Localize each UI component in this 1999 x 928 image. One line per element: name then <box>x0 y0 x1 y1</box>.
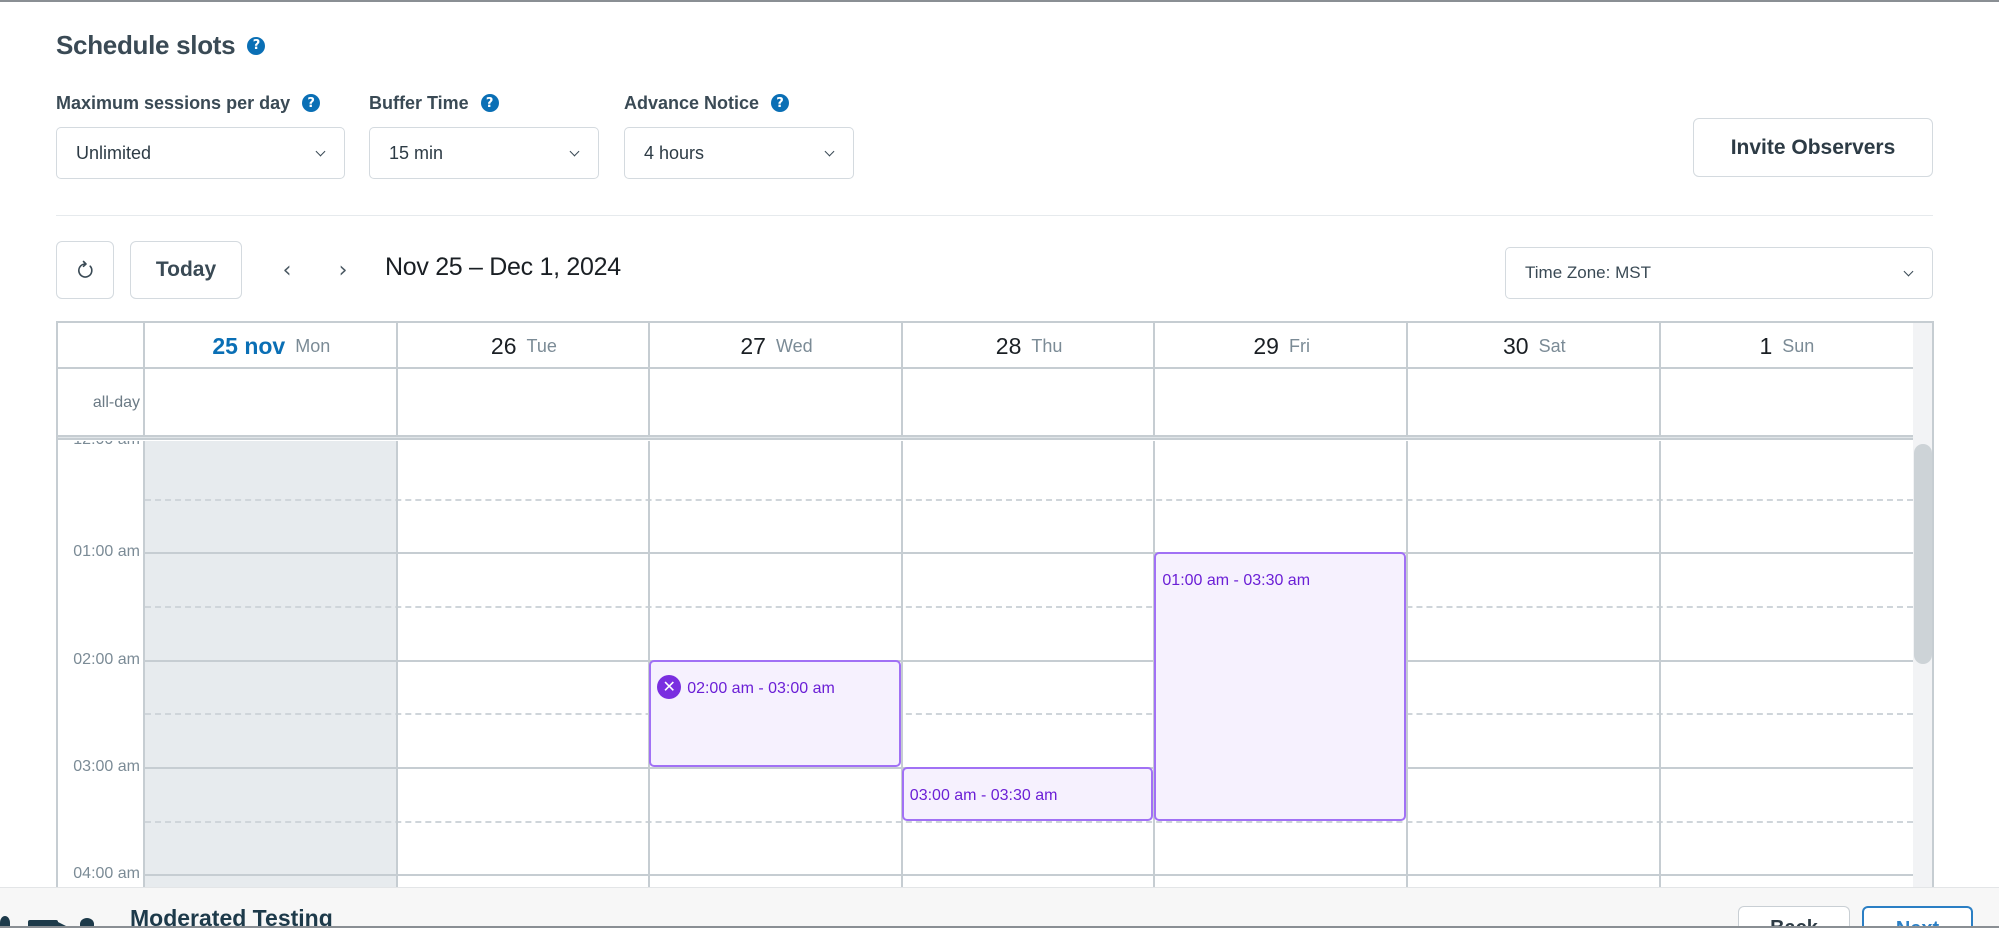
slot-time-label: 03:00 am - 03:30 am <box>909 786 1058 804</box>
column-divider <box>1153 323 1156 437</box>
advance-notice-value: 4 hours <box>644 142 705 163</box>
advance-notice-label: Advance Notice ? <box>624 92 854 114</box>
day-header: 27 Wed <box>650 323 903 369</box>
day-header: 25 nov Mon <box>145 323 398 369</box>
buffer-time-select[interactable]: 15 min <box>369 127 599 179</box>
next-button[interactable]: Next <box>1862 906 1973 928</box>
day-number: 1 <box>1759 332 1773 359</box>
back-button[interactable]: Back <box>1738 906 1850 928</box>
advance-notice-field: Advance Notice ? 4 hours <box>624 92 854 179</box>
half-hour-gridline <box>145 605 1913 608</box>
calendar-time-grid: 12:00 am 01:00 am 02:00 am 03:00 am 04:00 am… <box>58 441 1932 887</box>
buffer-time-value: 15 min <box>389 142 444 163</box>
hour-gridline <box>145 874 1913 877</box>
day-name: Sun <box>1782 335 1815 356</box>
column-divider <box>143 441 145 887</box>
page-title: Schedule slots ? <box>56 30 266 61</box>
chevron-down-icon <box>315 148 326 159</box>
column-divider <box>1658 323 1661 437</box>
chevron-right-icon: › <box>338 257 348 283</box>
column-divider <box>395 441 398 887</box>
max-sessions-select[interactable]: Unlimited <box>56 127 345 179</box>
time-label: 03:00 am <box>73 757 140 775</box>
day-number: 26 <box>490 332 517 359</box>
timezone-value: Time Zone: MST <box>1525 263 1651 282</box>
buffer-time-label: Buffer Time ? <box>369 92 599 114</box>
all-day-label: all-day <box>92 394 140 411</box>
time-label: 04:00 am <box>73 865 140 883</box>
time-label: 02:00 am <box>73 650 140 668</box>
prev-week-button[interactable]: ‹ <box>272 255 302 285</box>
chevron-left-icon: ‹ <box>282 257 292 283</box>
chevron-down-icon <box>569 148 580 159</box>
column-divider <box>648 323 651 437</box>
timezone-field: Time Zone: MST <box>1505 247 1933 299</box>
invite-observers-button[interactable]: Invite Observers <box>1693 118 1933 177</box>
day-header: 1 Sun <box>1661 323 1914 369</box>
column-divider <box>143 323 145 437</box>
section-divider <box>56 215 1933 216</box>
day-number: 27 <box>740 332 766 359</box>
question-circle-icon[interactable]: ? <box>302 94 321 112</box>
schedule-slot[interactable]: 03:00 am - 03:30 am <box>901 766 1154 821</box>
chevron-down-icon <box>1903 268 1914 279</box>
day-header: 30 Sat <box>1408 323 1661 369</box>
refresh-icon <box>78 260 93 278</box>
timezone-select[interactable]: Time Zone: MST <box>1505 247 1933 299</box>
question-circle-icon[interactable]: ? <box>771 94 790 112</box>
day-name: Wed <box>775 335 813 356</box>
slot-time-label: 02:00 am - 03:00 am <box>687 679 835 697</box>
page-title-text: Schedule slots <box>56 30 236 60</box>
half-hour-gridline <box>145 713 1913 716</box>
column-divider <box>1406 323 1408 437</box>
calendar-header-row: 25 nov Mon 26 Tue 27 Wed 28 Thu 29 Fri 30 Sat 1 Sun <box>58 323 1913 369</box>
refresh-button[interactable] <box>56 241 114 299</box>
max-sessions-value: Unlimited <box>76 142 152 163</box>
column-divider <box>1406 441 1408 887</box>
day-name: Mon <box>295 335 331 356</box>
calendar-scrollbar-thumb[interactable] <box>1914 444 1932 664</box>
column-divider <box>395 323 398 437</box>
half-hour-gridline <box>145 498 1913 501</box>
day-number: 30 <box>1502 332 1529 359</box>
remove-slot-icon[interactable]: ✕ <box>657 674 682 699</box>
slot-time-label: 01:00 am - 03:30 am <box>1162 572 1311 590</box>
day-name: Thu <box>1031 335 1063 356</box>
day-number: 28 <box>995 332 1022 359</box>
column-divider <box>900 323 903 437</box>
schedule-slot[interactable]: 01:00 am - 03:30 am <box>1154 552 1406 821</box>
day-header: 29 Fri <box>1155 323 1408 369</box>
half-hour-gridline <box>145 820 1913 823</box>
question-circle-icon[interactable]: ? <box>480 94 499 112</box>
max-sessions-label: Maximum sessions per day ? <box>56 92 345 114</box>
max-sessions-field: Maximum sessions per day ? Unlimited <box>56 92 345 179</box>
buffer-time-field: Buffer Time ? 15 min <box>369 92 599 179</box>
hour-gridline <box>145 552 1913 555</box>
time-label: 12:00 am <box>58 441 140 449</box>
week-calendar: 25 nov Mon 26 Tue 27 Wed 28 Thu 29 Fri 30 Sat 1 Sun a… <box>56 321 1934 887</box>
advance-notice-select[interactable]: 4 hours <box>624 127 854 179</box>
header-separator <box>58 437 1932 440</box>
hour-gridline <box>145 659 1913 662</box>
date-range-title: Nov 25 – Dec 1, 2024 <box>385 253 621 281</box>
schedule-slot[interactable]: ✕ 02:00 am - 03:00 am <box>649 659 901 767</box>
time-label: 01:00 am <box>73 543 140 561</box>
day-name: Sat <box>1538 335 1566 356</box>
column-divider <box>1658 441 1661 887</box>
day-name: Tue <box>526 335 557 356</box>
column-divider <box>900 441 903 887</box>
day-number: 25 nov <box>212 332 286 359</box>
day-header: 26 Tue <box>398 323 651 369</box>
day-number: 29 <box>1253 332 1279 359</box>
today-button[interactable]: Today <box>130 241 242 299</box>
footer-title: Moderated Testing <box>130 905 333 928</box>
question-circle-icon[interactable]: ? <box>247 36 266 55</box>
window-top-border <box>0 0 1999 2</box>
day-name: Fri <box>1288 335 1310 356</box>
day-header: 28 Thu <box>903 323 1156 369</box>
next-week-button[interactable]: › <box>328 255 358 285</box>
chevron-down-icon <box>824 148 835 159</box>
all-day-row <box>58 369 1913 437</box>
